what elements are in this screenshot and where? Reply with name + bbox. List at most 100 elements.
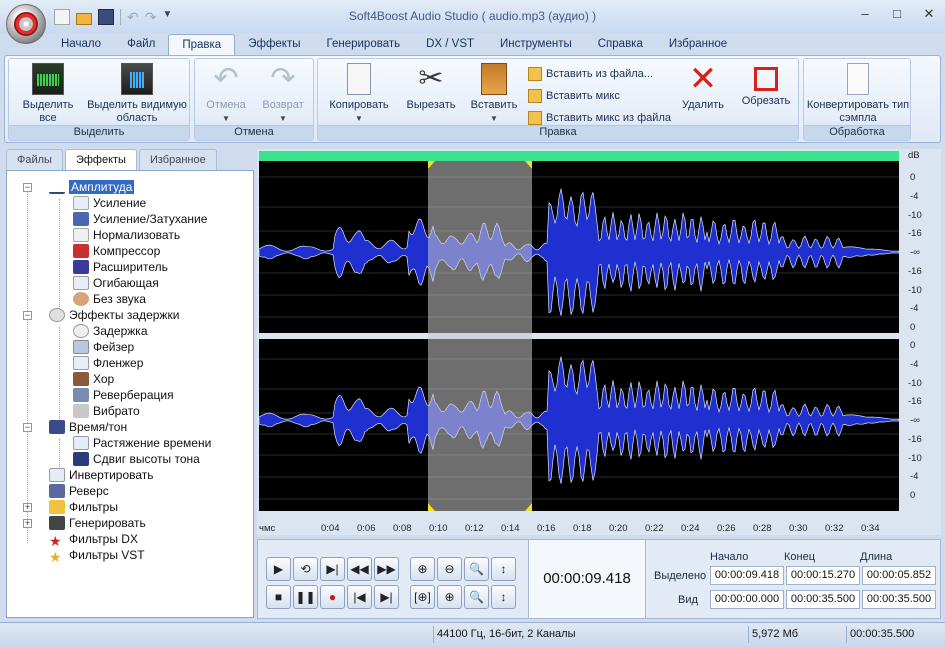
expand-time-icon[interactable]: − bbox=[23, 423, 32, 432]
timeline-bar[interactable] bbox=[259, 151, 899, 161]
select-all-button[interactable]: Выделить все bbox=[15, 63, 81, 125]
expand-generate-icon[interactable]: + bbox=[23, 519, 32, 528]
tree-item-vst-filters[interactable]: ★ Фильтры VST bbox=[49, 547, 145, 564]
app-menu-button[interactable] bbox=[6, 4, 46, 44]
select-view-label: Выделить видимую область bbox=[87, 99, 187, 124]
convert-sample-button[interactable]: Конвертировать тип сэмпла bbox=[806, 63, 910, 125]
play-button[interactable]: ▶ bbox=[266, 557, 291, 581]
paste-mix-file-icon bbox=[528, 111, 542, 125]
zoom-out-button[interactable]: ⊖ bbox=[437, 557, 462, 581]
undo-button[interactable]: ↶ Отмена ▼ bbox=[199, 63, 253, 125]
stop-button[interactable]: ■ bbox=[266, 585, 291, 609]
tree-item-invert[interactable]: Инвертировать bbox=[49, 467, 154, 483]
tree-item-pitch-shift[interactable]: Сдвиг высоты тона bbox=[73, 451, 200, 467]
tab-dx-vst[interactable]: DX / VST bbox=[413, 34, 487, 56]
cut-button[interactable]: ✂ Вырезать bbox=[400, 63, 462, 112]
tree-item-compressor[interactable]: Компрессор bbox=[73, 243, 160, 259]
zoom-fit-button[interactable]: ⊕ bbox=[437, 585, 462, 609]
selection-end-field[interactable]: 00:00:15.270 bbox=[786, 566, 860, 585]
view-end-field[interactable]: 00:00:35.500 bbox=[786, 590, 860, 609]
zoom-vertical-in-button[interactable]: ↕ bbox=[491, 557, 516, 581]
go-to-end-button[interactable]: ▶| bbox=[374, 585, 399, 609]
tab-tools[interactable]: Инструменты bbox=[487, 34, 585, 56]
tree-item-fade[interactable]: Усиление/Затухание bbox=[73, 211, 207, 227]
tree-item-delay[interactable]: Задержка bbox=[73, 323, 148, 339]
undo-dropdown-icon[interactable]: ▼ bbox=[199, 112, 253, 125]
maximize-icon[interactable]: □ bbox=[889, 6, 905, 22]
selection-length-field[interactable]: 00:00:05.852 bbox=[862, 566, 936, 585]
zoom-100-button[interactable]: 🔍 bbox=[464, 557, 489, 581]
tree-item-silence[interactable]: Без звука bbox=[73, 291, 146, 307]
normalize-icon bbox=[73, 228, 89, 242]
tree-item-delay-effects[interactable]: Эффекты задержки bbox=[49, 307, 179, 323]
status-audio-format: 44100 Гц, 16-бит, 2 Каналы bbox=[437, 628, 576, 640]
tree-item-expander[interactable]: Расширитель bbox=[73, 259, 168, 275]
tree-item-amplitude[interactable]: Амплитуда bbox=[49, 179, 135, 195]
crop-button[interactable]: Обрезать bbox=[736, 63, 796, 108]
tree-item-normalize[interactable]: Нормализовать bbox=[73, 227, 180, 243]
minimize-icon[interactable]: – bbox=[857, 6, 873, 22]
tree-item-flanger-label: Фленжер bbox=[93, 356, 144, 370]
record-button[interactable]: ● bbox=[320, 585, 345, 609]
zoom-full-button[interactable]: 🔍 bbox=[464, 585, 489, 609]
tree-item-time-stretch[interactable]: Растяжение времени bbox=[73, 435, 211, 451]
row-view-label: Вид bbox=[678, 594, 698, 606]
tab-effects[interactable]: Эффекты bbox=[235, 34, 313, 56]
tab-effects-panel[interactable]: Эффекты bbox=[64, 149, 137, 171]
tree-item-flanger[interactable]: Фленжер bbox=[73, 355, 143, 371]
copy-dropdown-icon[interactable]: ▼ bbox=[324, 112, 394, 125]
ruler-tick-label: 0:10 bbox=[429, 523, 448, 534]
tree-item-reverse[interactable]: Реверс bbox=[49, 483, 109, 499]
close-icon[interactable]: ✕ bbox=[921, 6, 937, 22]
view-length-field[interactable]: 00:00:35.500 bbox=[862, 590, 936, 609]
tab-favorites[interactable]: Избранное bbox=[656, 34, 740, 56]
fast-forward-button[interactable]: ▶▶ bbox=[374, 557, 399, 581]
pause-button[interactable]: ❚❚ bbox=[293, 585, 318, 609]
waveform-view[interactable] bbox=[259, 161, 899, 511]
expand-filters-icon[interactable]: + bbox=[23, 503, 32, 512]
zoom-in-button[interactable]: ⊕ bbox=[410, 557, 435, 581]
tree-item-filters[interactable]: Фильтры bbox=[49, 499, 118, 515]
tree-item-envelope[interactable]: Огибающая bbox=[73, 275, 159, 291]
tree-item-generate[interactable]: Генерировать bbox=[49, 515, 146, 531]
tree-item-reverb[interactable]: Реверберация bbox=[73, 387, 174, 403]
go-to-start-button[interactable]: |◀ bbox=[347, 585, 372, 609]
tree-item-dx-filters[interactable]: ★ Фильтры DX bbox=[49, 531, 138, 548]
paste-from-file-button[interactable]: Вставить из файла... bbox=[528, 63, 671, 85]
rewind-button[interactable]: ◀◀ bbox=[347, 557, 372, 581]
select-view-button[interactable]: Выделить видимую область bbox=[87, 63, 187, 125]
delete-button[interactable]: ✕ Удалить bbox=[674, 62, 732, 112]
expand-amplitude-icon[interactable]: − bbox=[23, 183, 32, 192]
paste-button[interactable]: Вставить ▼ bbox=[466, 63, 522, 125]
paste-dropdown-icon[interactable]: ▼ bbox=[466, 112, 522, 125]
tab-generate[interactable]: Генерировать bbox=[314, 34, 414, 56]
view-start-field[interactable]: 00:00:00.000 bbox=[710, 590, 784, 609]
tree-item-time-pitch[interactable]: Время/тон bbox=[49, 419, 127, 435]
tree-item-vibrato[interactable]: Вибрато bbox=[73, 403, 140, 419]
scissors-icon: ✂ bbox=[418, 62, 444, 95]
selection-start-field[interactable]: 00:00:09.418 bbox=[710, 566, 784, 585]
delay-icon bbox=[73, 324, 89, 338]
tab-files[interactable]: Файлы bbox=[6, 149, 63, 171]
tree-item-phaser[interactable]: Фейзер bbox=[73, 339, 134, 355]
zoom-selection-button[interactable]: [⊕] bbox=[410, 585, 435, 609]
redo-button[interactable]: ↷ Возврат ▼ bbox=[255, 63, 311, 125]
tab-file[interactable]: Файл bbox=[114, 34, 168, 56]
loop-play-button[interactable]: ⟲ bbox=[293, 557, 318, 581]
selection-region[interactable] bbox=[428, 161, 532, 511]
tab-edit[interactable]: Правка bbox=[168, 34, 236, 56]
redo-dropdown-icon[interactable]: ▼ bbox=[255, 112, 311, 125]
tree-item-chorus[interactable]: Хор bbox=[73, 371, 114, 387]
tab-help[interactable]: Справка bbox=[585, 34, 656, 56]
tree-item-time-pitch-label: Время/тон bbox=[69, 420, 128, 434]
tab-home[interactable]: Начало bbox=[48, 34, 114, 56]
tree-item-gain[interactable]: Усиление bbox=[73, 195, 146, 211]
next-button[interactable]: ▶| bbox=[320, 557, 345, 581]
copy-button[interactable]: Копировать ▼ bbox=[324, 63, 394, 125]
paste-mix-button[interactable]: Вставить микс bbox=[528, 85, 671, 107]
expand-delay-icon[interactable]: − bbox=[23, 311, 32, 320]
status-duration: 00:00:35.500 bbox=[850, 628, 915, 640]
zoom-vertical-out-button[interactable]: ↕ bbox=[491, 585, 516, 609]
tab-favorites-panel[interactable]: Избранное bbox=[138, 149, 217, 171]
time-ruler[interactable]: чмс 0:04 0:06 0:08 0:10 0:12 0:14 0:16 0:18 0:20… bbox=[259, 522, 899, 536]
